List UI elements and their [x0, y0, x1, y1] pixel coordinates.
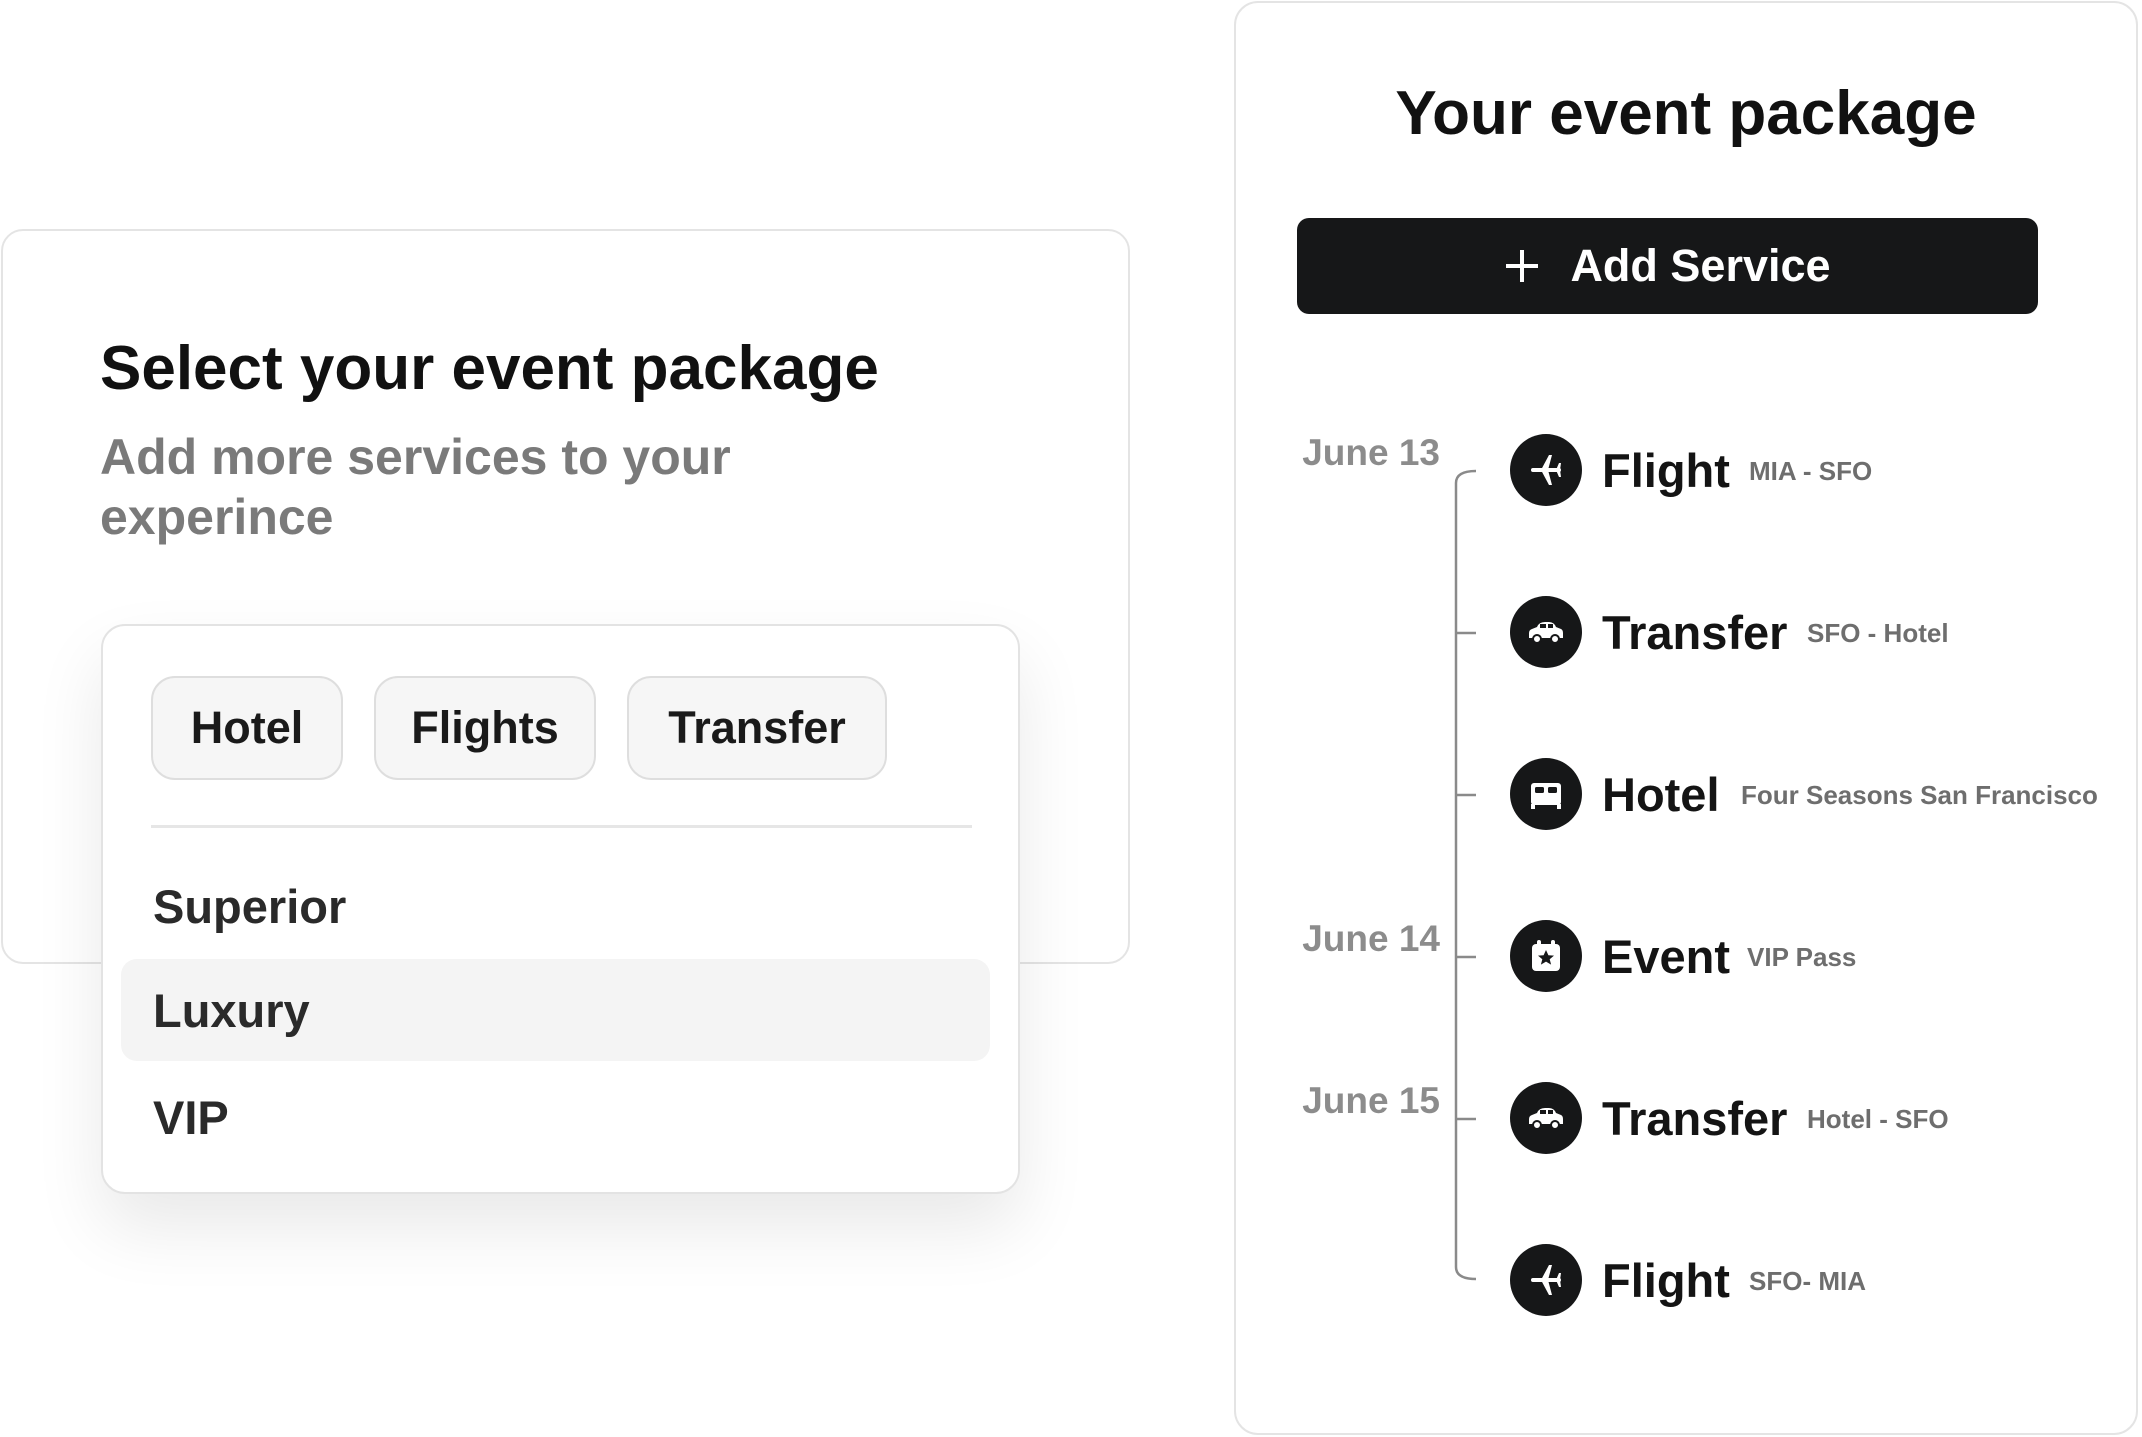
chip-hotel[interactable]: Hotel: [151, 676, 343, 780]
tier-option-vip[interactable]: VIP: [121, 1066, 990, 1168]
timeline-connector: [1454, 469, 1477, 1281]
timeline-item-detail: VIP Pass: [1747, 942, 1857, 972]
chip-flights[interactable]: Flights: [374, 676, 596, 780]
dropdown-divider: [151, 825, 972, 828]
timeline-item-label: Flight: [1602, 1254, 1730, 1307]
package-dropdown: Hotel Flights Transfer Superior Luxury V…: [101, 624, 1020, 1194]
car-icon: [1510, 1082, 1582, 1154]
event-package-card: Your event package Add Service June 13 J…: [1234, 1, 2138, 1435]
bed-icon: [1510, 758, 1582, 830]
timeline-item-label: Hotel: [1602, 768, 1720, 821]
timeline-item-label: Transfer: [1602, 606, 1788, 659]
select-package-subtitle: Add more services to your experince: [100, 429, 731, 545]
timeline-item-detail: Four Seasons San Francisco: [1741, 780, 2098, 810]
timeline-item-detail: MIA - SFO: [1749, 456, 1873, 486]
chip-transfer[interactable]: Transfer: [627, 676, 887, 780]
timeline-item-detail: SFO - Hotel: [1807, 618, 1949, 648]
select-package-title: Select your event package: [100, 334, 879, 403]
calendar-star-icon: [1510, 920, 1582, 992]
timeline-item-detail: Hotel - SFO: [1807, 1104, 1949, 1134]
timeline-item-detail: SFO- MIA: [1749, 1266, 1866, 1296]
airplane-icon: [1510, 1244, 1582, 1316]
timeline-item-label: Flight: [1602, 444, 1730, 497]
tier-option-luxury[interactable]: Luxury: [121, 959, 990, 1061]
timeline-item-label: Transfer: [1602, 1092, 1788, 1145]
timeline-item-label: Event: [1602, 930, 1730, 983]
tier-option-superior[interactable]: Superior: [121, 855, 990, 957]
car-icon: [1510, 596, 1582, 668]
airplane-icon: [1510, 434, 1582, 506]
